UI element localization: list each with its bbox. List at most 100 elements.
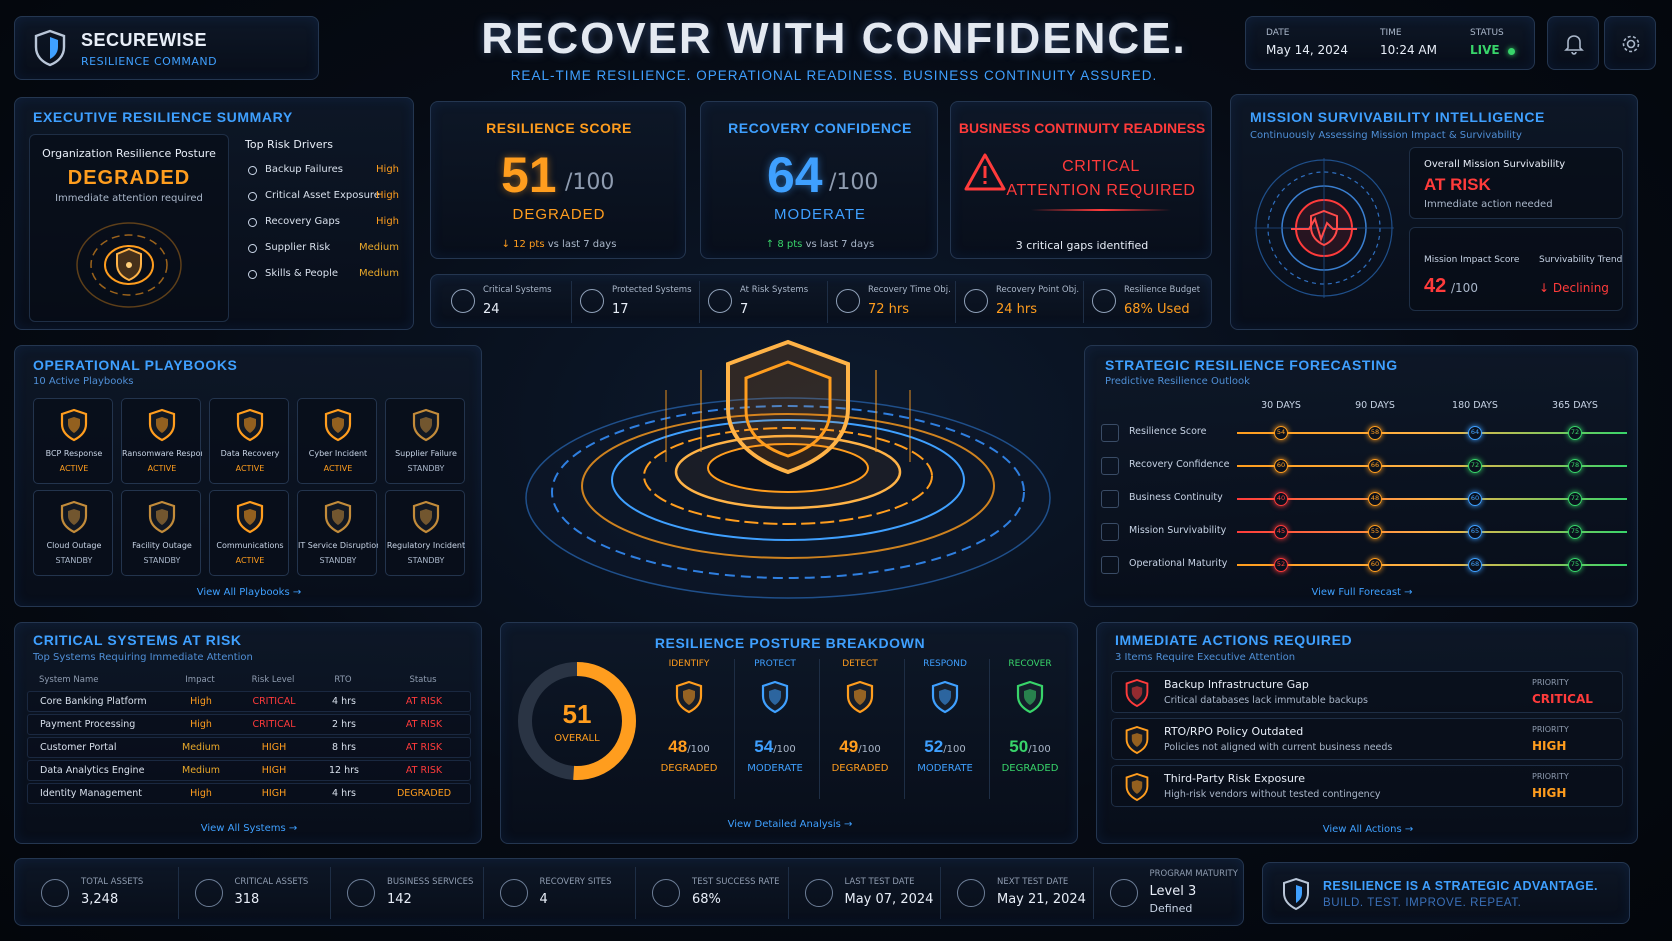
risk-driver-name: Backup Failures: [265, 164, 343, 175]
critical-systems-title: CRITICAL SYSTEMS AT RISK: [33, 632, 242, 648]
function-score: 49/100: [820, 737, 900, 757]
footer-stat-label: BUSINESS SERVICES: [387, 877, 474, 887]
playbook-card[interactable]: Cloud Outage STANDBY: [33, 490, 113, 576]
function-shield-icon: [675, 680, 703, 714]
table-cell: AT RISK: [405, 696, 443, 707]
view-detailed-analysis-link[interactable]: View Detailed Analysis →: [501, 819, 1079, 830]
mission-overall-note: Immediate action needed: [1424, 199, 1553, 210]
resilience-score-trend: ↓ 12 pts vs last 7 days: [431, 239, 687, 250]
action-item[interactable]: Third-Party Risk Exposure High-risk vendo…: [1111, 765, 1623, 807]
playbooks-title: OPERATIONAL PLAYBOOKS: [33, 357, 238, 373]
playbook-card[interactable]: Ransomware Response ACTIVE: [121, 398, 202, 484]
metrics-strip: Critical Systems 24 Protected Systems 17 At …: [430, 274, 1212, 328]
playbook-card[interactable]: Supplier Failure STANDBY: [385, 398, 465, 484]
calendar-icon: [957, 879, 985, 907]
forecast-row-label: Resilience Score: [1129, 426, 1207, 437]
forecast-point: 52: [1274, 558, 1288, 572]
table-row[interactable]: Core Banking Platform High CRITICAL 4 hrs AT…: [27, 691, 471, 712]
metric-label: Protected Systems: [612, 285, 692, 295]
playbooks-subtitle: 10 Active Playbooks: [33, 376, 134, 387]
action-item[interactable]: Backup Infrastructure Gap Critical databa…: [1111, 671, 1623, 713]
posture-note: Immediate attention required: [55, 193, 203, 204]
action-title: Third-Party Risk Exposure: [1164, 772, 1305, 785]
forecast-column-header: 180 DAYS: [1452, 400, 1498, 411]
overall-score-value: 51: [562, 699, 592, 729]
footer-stat-label: TOTAL ASSETS: [81, 877, 144, 887]
view-all-playbooks-link[interactable]: View All Playbooks →: [15, 587, 483, 598]
action-alert-icon: [1125, 772, 1149, 802]
forecast-point: 64: [1468, 426, 1482, 440]
playbook-status: ACTIVE: [59, 464, 89, 473]
warning-icon: [708, 289, 732, 313]
footer-stat: RECOVERY SITES 4: [482, 867, 633, 919]
playbook-card[interactable]: BCP Response ACTIVE: [33, 398, 113, 484]
forecast-point: 66: [1368, 459, 1382, 473]
risk-driver-level: Medium: [359, 268, 399, 279]
settings-button[interactable]: [1604, 16, 1656, 70]
view-all-actions-link[interactable]: View All Actions →: [1097, 824, 1639, 835]
function-shield-icon: [931, 680, 959, 714]
footer-stat: TOTAL ASSETS 3,248: [25, 867, 175, 919]
business-continuity-card: BUSINESS CONTINUITY READINESS CRITICAL A…: [950, 101, 1212, 259]
function-max: /100: [858, 744, 881, 755]
playbook-shield-icon: [148, 408, 176, 442]
metric-label: At Risk Systems: [740, 285, 809, 295]
table-cell: Medium: [182, 742, 220, 753]
forecast-row-icon: [1101, 523, 1119, 541]
action-item[interactable]: RTO/RPO Policy Outdated Policies not alig…: [1111, 718, 1623, 760]
footer-stat-value: 142: [387, 892, 412, 907]
playbook-card[interactable]: Cyber Incident ACTIVE: [297, 398, 377, 484]
mission-overall-label: Overall Mission Survivability: [1424, 159, 1566, 170]
playbook-name: Cyber Incident: [308, 449, 368, 458]
table-row[interactable]: Data Analytics Engine Medium HIGH 12 hrs AT …: [27, 760, 471, 781]
metric-item: Resilience Budget 68% Used: [1083, 281, 1209, 323]
function-name: PROTECT: [754, 659, 796, 669]
notifications-button[interactable]: [1547, 16, 1599, 70]
playbook-card[interactable]: Regulatory Incident STANDBY: [385, 490, 465, 576]
forecast-point: 72: [1468, 459, 1482, 473]
playbook-card[interactable]: Communications ACTIVE: [209, 490, 289, 576]
actions-title: IMMEDIATE ACTIONS REQUIRED: [1115, 632, 1353, 648]
risk-driver-bullet-icon: [248, 218, 257, 227]
table-cell: Payment Processing: [40, 719, 136, 730]
posture-breakdown-title: RESILIENCE POSTURE BREAKDOWN: [654, 635, 926, 651]
function-value: 50: [1009, 737, 1029, 756]
shield-logo-icon: [34, 29, 66, 67]
resilience-score-value: 51: [501, 147, 557, 203]
playbook-shield-icon: [412, 408, 440, 442]
forecast-column-header: 365 DAYS: [1552, 400, 1598, 411]
footer-stat-label: TEST SUCCESS RATE: [692, 877, 780, 887]
risk-driver-bullet-icon: [248, 166, 257, 175]
forecast-row-label: Business Continuity: [1129, 492, 1223, 503]
view-all-systems-link[interactable]: View All Systems →: [15, 823, 483, 834]
playbook-status: STANDBY: [407, 464, 445, 473]
table-row[interactable]: Identity Management High HIGH 4 hrs DEGRADED: [27, 783, 471, 804]
action-title: Backup Infrastructure Gap: [1164, 678, 1309, 691]
playbook-shield-icon: [412, 500, 440, 534]
forecast-row-label: Operational Maturity: [1129, 558, 1228, 569]
function-value: 48: [668, 737, 688, 756]
playbook-status: STANDBY: [407, 556, 445, 565]
playbook-card[interactable]: Data Recovery ACTIVE: [209, 398, 289, 484]
posture-breakdown-panel: RESILIENCE POSTURE BREAKDOWN 51 OVERALL …: [500, 622, 1078, 844]
table-row[interactable]: Customer Portal Medium HIGH 8 hrs AT RISK: [27, 737, 471, 758]
recovery-confidence-trend: ↑ 8 pts vs last 7 days: [701, 239, 939, 250]
confidence-trend-value: 8 pts: [777, 239, 803, 250]
mission-radar-icon: [1254, 158, 1394, 298]
playbook-card[interactable]: IT Service Disruption STANDBY: [297, 490, 378, 576]
playbook-shield-icon: [148, 500, 176, 534]
footer-stat-value: Level 3: [1149, 884, 1197, 899]
forecast-point: 58: [1368, 426, 1382, 440]
forecast-row-icon: [1101, 424, 1119, 442]
forecast-point: 72: [1568, 426, 1582, 440]
forecast-row-icon: [1101, 556, 1119, 574]
shield-check-icon: [964, 289, 988, 313]
table-cell: 4 hrs: [332, 788, 356, 799]
function-value: 54: [754, 737, 774, 756]
table-cell: High: [190, 788, 212, 799]
table-row[interactable]: Payment Processing High CRITICAL 2 hrs AT RI…: [27, 714, 471, 735]
table-cell: High: [190, 719, 212, 730]
playbook-card[interactable]: Facility Outage STANDBY: [121, 490, 201, 576]
view-full-forecast-link[interactable]: View Full Forecast →: [1085, 587, 1639, 598]
trend-up-icon: ↑: [765, 239, 775, 250]
